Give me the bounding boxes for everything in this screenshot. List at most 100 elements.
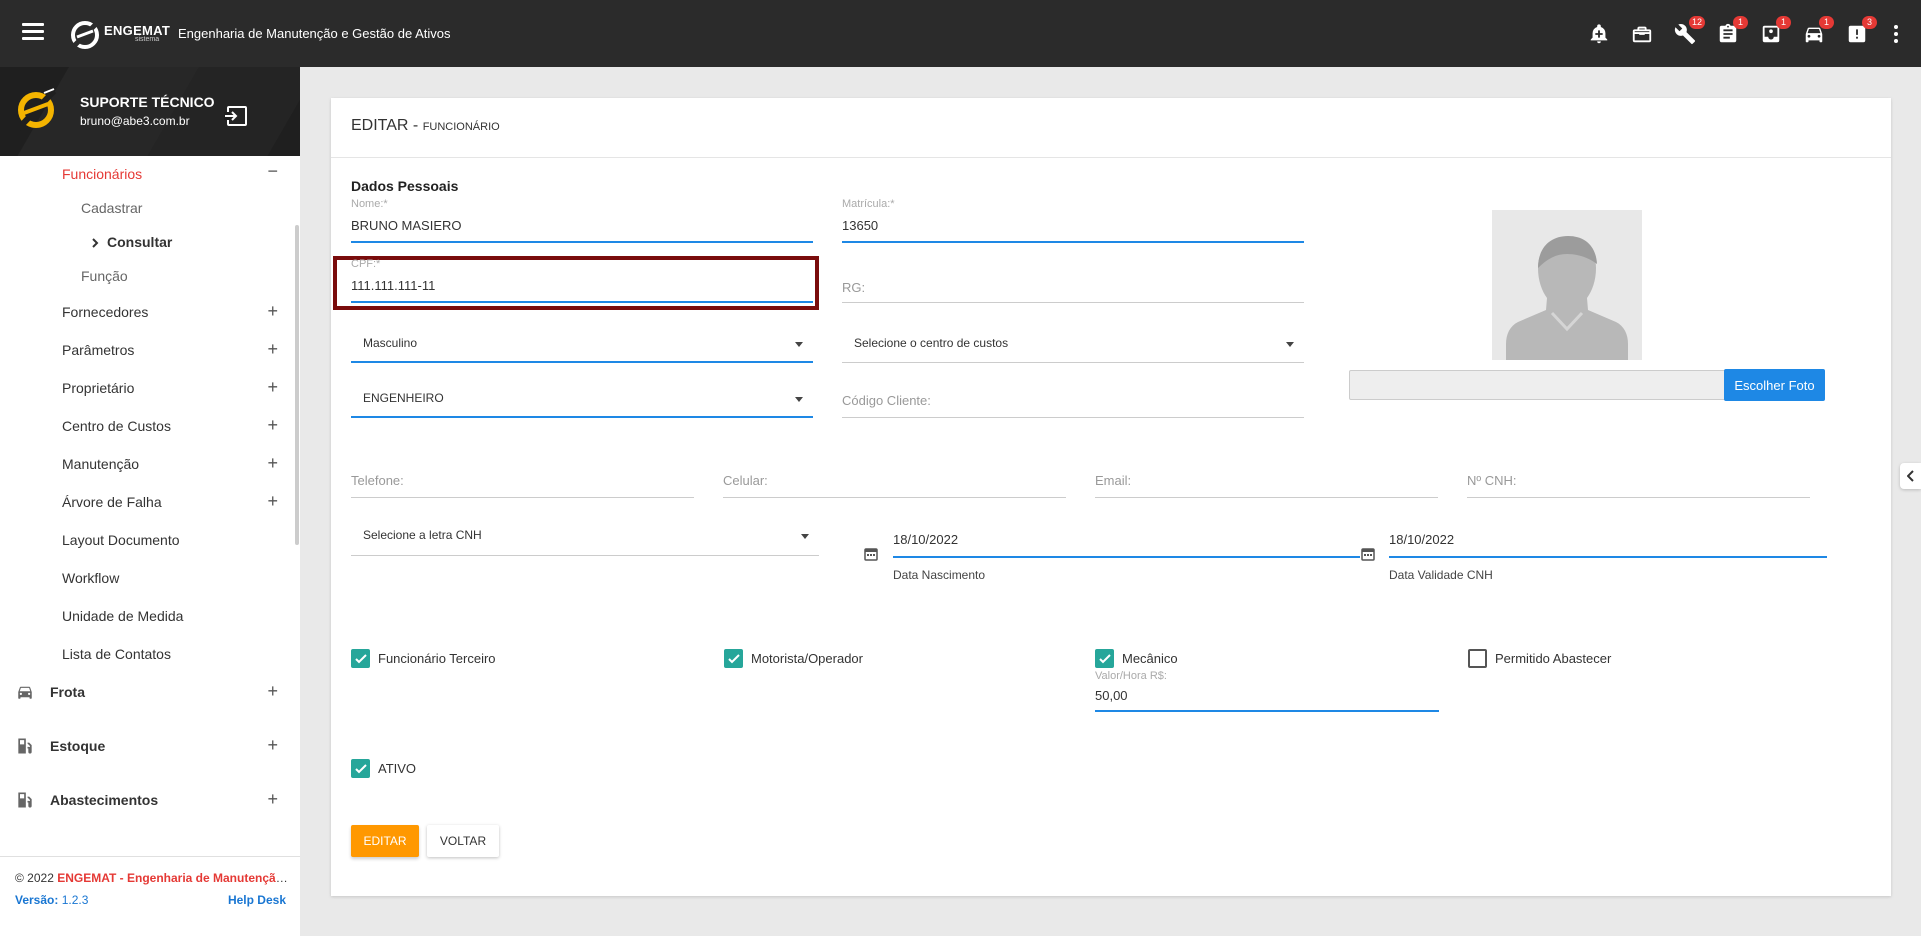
expand-icon[interactable]: + [267,415,278,436]
toolbox-icon[interactable] [1628,20,1656,48]
mecanico-checkbox[interactable]: Mecânico [1095,649,1178,668]
sexo-select[interactable]: Masculino [351,326,813,363]
car-icon [18,686,32,699]
expand-icon[interactable]: + [267,339,278,360]
cpf-value: 111.111.111-11 [351,278,436,293]
dropdown-arrow-icon [1286,342,1294,347]
dropdown-arrow-icon [795,397,803,402]
expand-icon[interactable]: + [267,789,278,810]
inbox-icon[interactable]: 1 [1757,16,1791,48]
permitido-abastecer-checkbox[interactable]: Permitido Abastecer [1468,649,1611,668]
ativo-label: ATIVO [378,761,417,776]
celular-placeholder: Celular: [723,473,768,488]
sexo-value: Masculino [363,336,418,350]
cpf-field[interactable]: CPF:* 111.111.111-11 [351,258,813,303]
valor-hora-field[interactable]: Valor/Hora R$: 50,00 [1095,670,1439,712]
motorista-operador-checkbox[interactable]: Motorista/Operador [724,649,863,668]
car-icon[interactable]: 1 [1800,16,1834,48]
sidebar-item-label: Proprietário [62,380,135,396]
valor-hora-label: Valor/Hora R$: [1095,670,1167,682]
expand-icon[interactable]: + [267,377,278,398]
celular-field[interactable]: Celular: [723,461,1066,498]
data-nascimento-label: Data Nascimento [893,568,986,582]
rg-field[interactable]: RG: [842,258,1304,303]
sidebar-item-abastecimentos[interactable]: Abastecimentos + [0,785,290,815]
letra-cnh-select[interactable]: Selecione a letra CNH [351,516,819,556]
right-panel-toggle[interactable] [1900,463,1921,489]
sidebar-item-manutencao[interactable]: Manutenção + [0,449,290,479]
alert-bell-icon[interactable] [1585,20,1613,48]
photo-path-input[interactable] [1349,370,1727,400]
codigo-cliente-field[interactable]: Código Cliente: [842,381,1304,418]
editar-button[interactable]: EDITAR [351,825,419,857]
page-title: EDITAR - FUNCIONÁRIO [351,117,500,134]
sidebar-item-frota[interactable]: Frota + [0,677,290,707]
expand-icon[interactable]: + [267,301,278,322]
telefone-placeholder: Telefone: [351,473,404,488]
sidebar-item-cadastrar[interactable]: Cadastrar [0,193,290,223]
sidebar: SUPORTE TÉCNICO bruno@abe3.com.br Funcio… [0,67,300,936]
expand-icon[interactable]: + [267,453,278,474]
sidebar-item-label: Fornecedores [62,304,149,320]
sidebar-item-layout-documento[interactable]: Layout Documento [0,525,290,555]
sidebar-item-funcao[interactable]: Função [0,261,290,291]
funcao-value: ENGENHEIRO [363,391,444,405]
sidebar-item-label: Funcionários [62,166,143,182]
sidebar-item-fornecedores[interactable]: Fornecedores + [0,297,290,327]
matricula-label: Matrícula:* [842,198,895,210]
voltar-button[interactable]: VOLTAR [427,825,499,857]
data-validade-field[interactable]: 18/10/2022 [1389,526,1827,558]
logout-icon[interactable] [224,105,248,127]
cpf-label: CPF:* [351,258,381,270]
email-placeholder: Email: [1095,473,1132,488]
centro-custos-select[interactable]: Selecione o centro de custos [842,326,1304,363]
sidebar-item-consultar[interactable]: Consultar [0,227,290,257]
edit-card: EDITAR - FUNCIONÁRIO Dados Pessoais Nome… [331,98,1891,896]
sidebar-item-parametros[interactable]: Parâmetros + [0,335,290,365]
clipboard-icon[interactable]: 1 [1714,16,1748,48]
hamburger-menu-icon[interactable] [22,23,44,41]
inbox-badge: 1 [1776,16,1791,29]
sidebar-item-label: Frota [50,684,85,700]
matricula-field[interactable]: Matrícula:* 13650 [842,198,1304,243]
expand-icon[interactable]: + [267,491,278,512]
data-validade-value: 18/10/2022 [1389,532,1455,547]
sidebar-item-unidade-medida[interactable]: Unidade de Medida [0,601,290,631]
wrench-icon[interactable]: 12 [1671,16,1705,48]
data-nascimento-field[interactable]: 18/10/2022 [893,526,1360,558]
funcao-select[interactable]: ENGENHEIRO [351,381,813,418]
funcionario-terceiro-checkbox[interactable]: Funcionário Terceiro [351,649,496,668]
rg-placeholder: RG: [842,280,866,295]
sidebar-item-proprietario[interactable]: Proprietário + [0,373,290,403]
dropdown-arrow-icon [801,534,809,539]
ativo-checkbox[interactable]: ATIVO [351,759,416,778]
sidebar-item-funcionarios[interactable]: Funcionários − [0,159,290,189]
expand-icon[interactable]: + [267,735,278,756]
app-title: Engenharia de Manutenção e Gestão de Ati… [178,26,451,41]
fuel-pump-icon [18,738,32,754]
sidebar-item-lista-contatos[interactable]: Lista de Contatos [0,639,290,669]
wrench-badge: 12 [1688,16,1705,29]
telefone-field[interactable]: Telefone: [351,461,694,498]
chevron-right-icon [92,238,99,248]
copyright: © 2022 ENGEMAT - Engenharia de Manutençã… [15,871,290,885]
more-vert-icon[interactable] [1889,24,1903,45]
car-badge: 1 [1819,16,1834,29]
sidebar-item-estoque[interactable]: Estoque + [0,731,290,761]
sidebar-item-workflow[interactable]: Workflow [0,563,290,593]
engemat-logo-icon [70,20,100,50]
expand-icon[interactable]: + [267,681,278,702]
email-field[interactable]: Email: [1095,461,1438,498]
nome-field[interactable]: Nome:* BRUNO MASIERO [351,198,813,243]
sidebar-item-arvore-falha[interactable]: Árvore de Falha + [0,487,290,517]
collapse-icon[interactable]: − [267,161,278,182]
warning-doc-icon[interactable]: 3 [1843,16,1877,48]
calendar-icon[interactable] [1361,547,1375,561]
version-info: Versão: 1.2.3 [15,893,89,907]
help-desk-link[interactable]: Help Desk [228,893,286,907]
sidebar-scrollbar[interactable] [295,225,299,545]
calendar-icon[interactable] [864,547,878,561]
cnh-field[interactable]: Nº CNH: [1467,461,1810,498]
sidebar-item-centro-custos[interactable]: Centro de Custos + [0,411,290,441]
choose-photo-button[interactable]: Escolher Foto [1724,369,1825,401]
